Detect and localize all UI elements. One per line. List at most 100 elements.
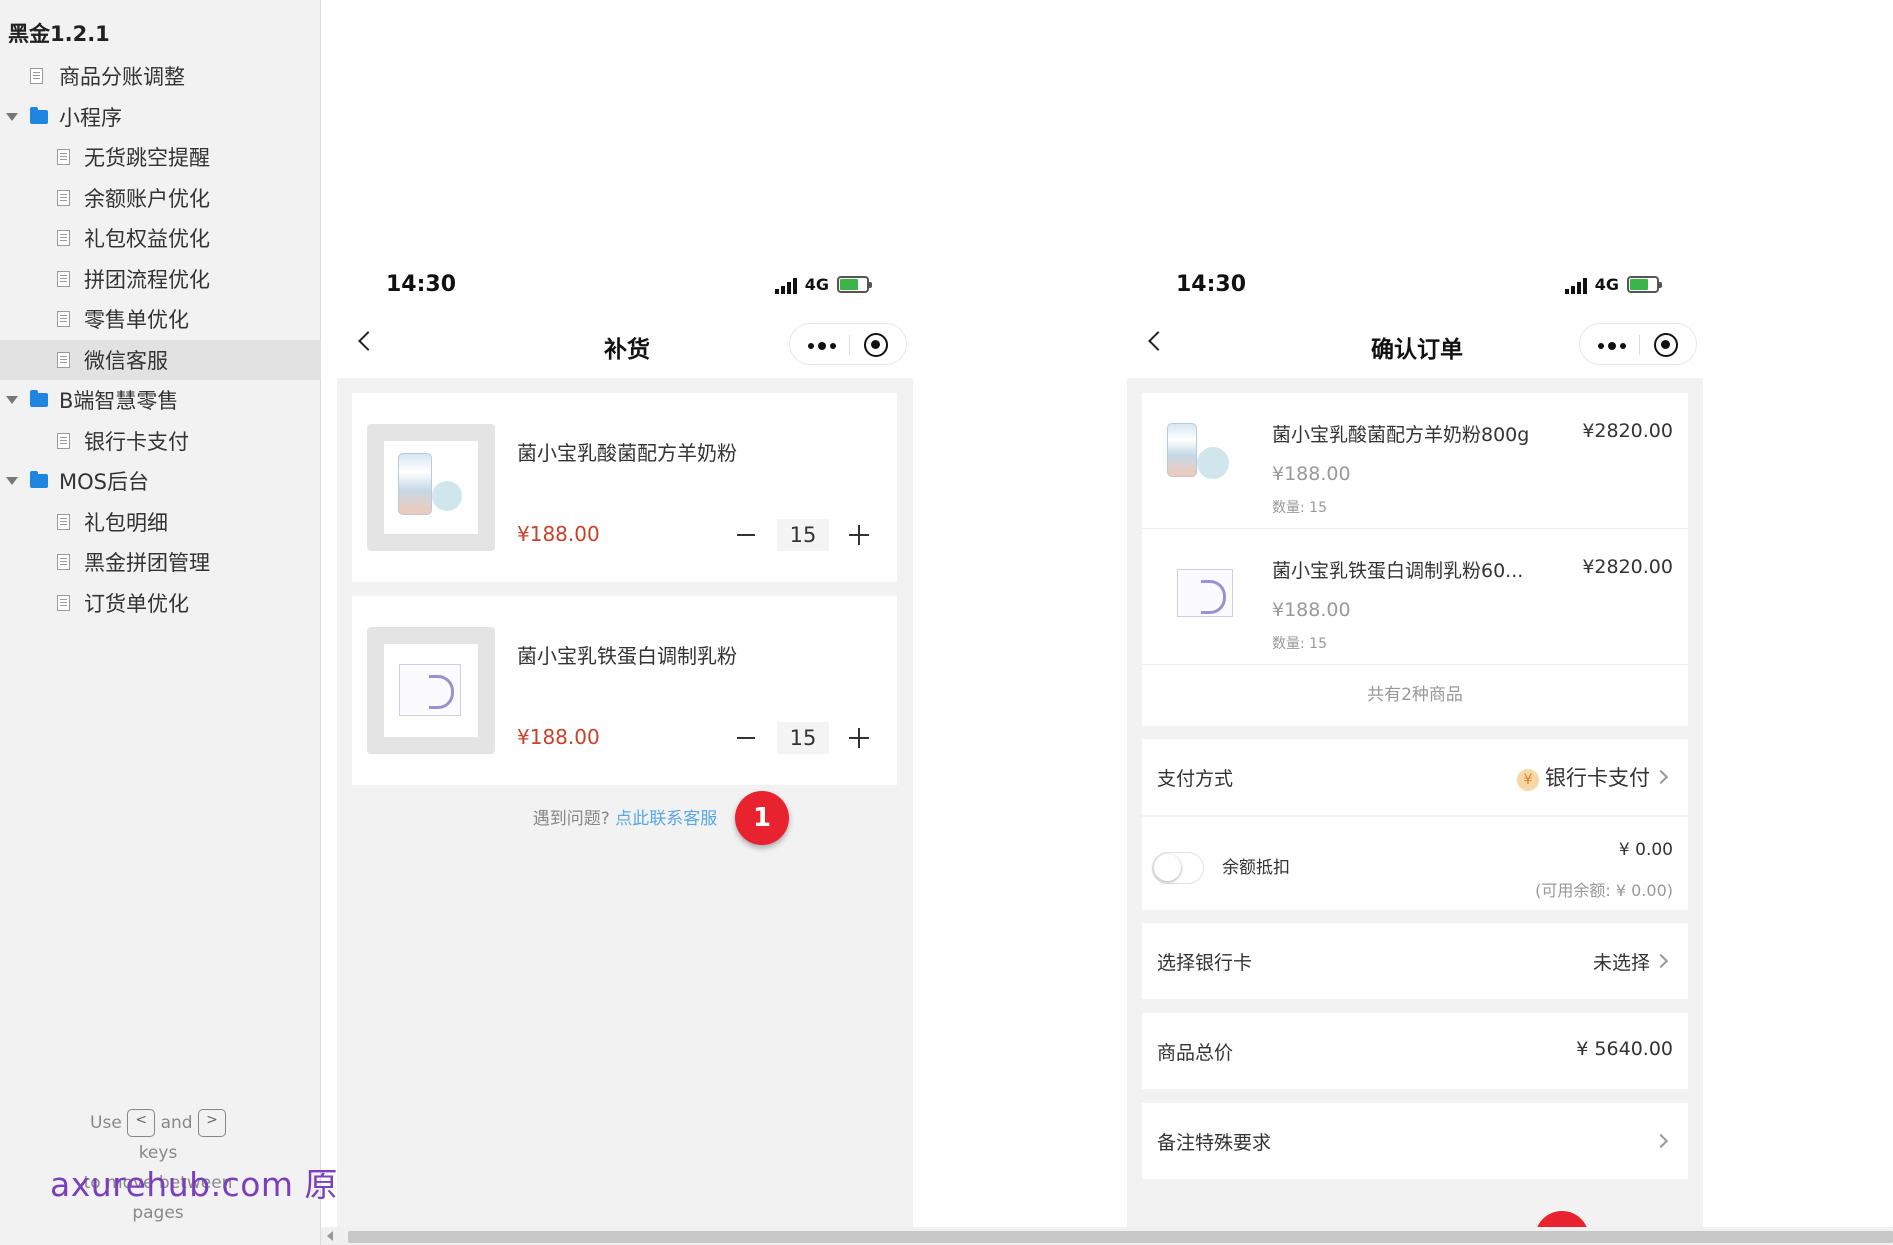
network-label: 4G [804, 275, 829, 294]
milk-can-image [398, 453, 432, 515]
payment-method-row[interactable]: 支付方式 ¥ 银行卡支付 [1142, 739, 1688, 815]
signal-icon [1565, 278, 1587, 294]
more-icon[interactable] [808, 342, 836, 350]
caret-down-icon[interactable] [6, 477, 18, 486]
capsule-divider [1639, 335, 1640, 355]
battery-icon [1627, 276, 1662, 293]
horizontal-scrollbar[interactable] [321, 1227, 1893, 1245]
tree-item-label: 礼包明细 [84, 510, 168, 535]
minus-icon[interactable] [737, 534, 755, 536]
plus-icon[interactable] [849, 525, 869, 545]
milk-box-image [1177, 569, 1233, 617]
bank-card-value: 未选择 [1592, 952, 1650, 974]
scrollbar-thumb[interactable] [348, 1231, 1893, 1243]
scroll-left-icon[interactable] [327, 1231, 333, 1241]
tree-item-label: 小程序 [59, 105, 122, 130]
status-time: 14:30 [1176, 272, 1247, 297]
plus-icon[interactable] [849, 728, 869, 748]
tree-item-label: 商品分账调整 [59, 65, 185, 90]
help-question: 遇到问题? [532, 809, 610, 829]
chevron-right-icon [1653, 769, 1669, 785]
quantity-stepper: 15 [737, 722, 869, 754]
page-icon [57, 311, 70, 328]
tree-item-label: 微信客服 [84, 348, 168, 373]
tree-folder-item[interactable]: MOS后台 [0, 461, 321, 502]
item-amount: ¥2820.00 [1582, 420, 1673, 442]
product-price: ¥188.00 [517, 522, 600, 546]
help-line: 遇到问题? 点此联系客服 [337, 804, 913, 829]
page-body: 菌小宝乳酸菌配方羊奶粉 ¥188.00 15 菌小宝乳铁蛋白调制乳粉 ¥188.… [337, 378, 913, 1245]
page-icon [57, 270, 70, 287]
product-name: 菌小宝乳铁蛋白调制乳粉60... [1272, 560, 1524, 582]
payment-method-text: 银行卡支付 [1545, 766, 1650, 790]
page-icon [57, 149, 70, 166]
folder-icon [30, 471, 48, 489]
more-icon[interactable] [1598, 342, 1626, 350]
tree-item-label: 零售单优化 [84, 308, 189, 333]
product-image [1157, 553, 1249, 633]
caret-down-icon[interactable] [6, 112, 18, 121]
tree-page-item-selected[interactable]: 微信客服 [0, 339, 321, 380]
signal-icon [775, 278, 797, 294]
tree-item-label: 黑金拼团管理 [84, 551, 210, 576]
product-name: 菌小宝乳酸菌配方羊奶粉 [517, 441, 737, 465]
remark-row[interactable]: 备注特殊要求 [1142, 1103, 1688, 1179]
tree-page-item[interactable]: 零售单优化 [0, 299, 321, 340]
tree-page-item[interactable]: 订货单优化 [0, 583, 321, 624]
help-text: Use [90, 1113, 122, 1133]
folder-icon [30, 390, 48, 408]
tree-page-item[interactable]: 余额账户优化 [0, 178, 321, 219]
project-title: 黑金1.2.1 [8, 22, 110, 46]
status-bar: 14:30 4G [1127, 262, 1707, 312]
balance-label: 余额抵扣 [1222, 858, 1290, 878]
tree-item-label: 拼团流程优化 [84, 267, 210, 292]
tree-item-label: 礼包权益优化 [84, 227, 210, 252]
close-miniprogram-icon[interactable] [1654, 333, 1678, 357]
page-icon [57, 230, 70, 247]
miniprogram-capsule [789, 323, 907, 365]
product-quantity: 数量: 15 [1272, 500, 1327, 516]
tree-page-item[interactable]: 拼团流程优化 [0, 259, 321, 300]
status-time: 14:30 [386, 272, 457, 297]
capsule-divider [849, 335, 850, 355]
close-miniprogram-icon[interactable] [864, 333, 888, 357]
annotation-badge: 1 [735, 791, 789, 845]
yen-icon: ¥ [1517, 768, 1539, 791]
quantity-stepper: 15 [737, 519, 869, 551]
tree-page-item[interactable]: 商品分账调整 [0, 56, 321, 97]
quantity-input[interactable]: 15 [777, 519, 829, 551]
contact-service-link[interactable]: 点此联系客服 [615, 809, 717, 829]
tree-page-item[interactable]: 银行卡支付 [0, 421, 321, 462]
page-icon [57, 351, 70, 368]
nav-bar: 确认订单 [1127, 312, 1707, 378]
order-summary: 共有2种商品 [1367, 685, 1463, 705]
page-icon [30, 68, 43, 85]
payment-label: 支付方式 [1157, 768, 1234, 790]
page-icon [57, 189, 70, 206]
tree-page-item[interactable]: 黑金拼团管理 [0, 542, 321, 583]
balance-toggle[interactable] [1152, 852, 1204, 884]
help-text: and [160, 1113, 193, 1133]
balance-deduction-row: 余额抵扣 ¥ 0.00 (可用余额: ¥ 0.00) [1142, 817, 1688, 910]
tree-page-item[interactable]: 礼包权益优化 [0, 218, 321, 259]
item-amount: ¥2820.00 [1582, 556, 1673, 578]
product-name: 菌小宝乳酸菌配方羊奶粉800g [1272, 424, 1530, 446]
quantity-input[interactable]: 15 [777, 722, 829, 754]
product-price: ¥188.00 [1272, 599, 1351, 621]
total-label: 商品总价 [1157, 1042, 1234, 1064]
network-label: 4G [1594, 275, 1619, 294]
minus-icon[interactable] [737, 737, 755, 739]
page-icon [57, 513, 70, 530]
bank-card-row[interactable]: 选择银行卡 未选择 [1142, 923, 1688, 999]
tree-page-item[interactable]: 无货跳空提醒 [0, 137, 321, 178]
chevron-right-icon [1653, 953, 1669, 969]
tree-folder-item[interactable]: B端智慧零售 [0, 380, 321, 421]
payment-value: ¥ 银行卡支付 [1517, 762, 1650, 792]
page-icon [57, 554, 70, 571]
remark-label: 备注特殊要求 [1157, 1132, 1272, 1154]
product-card: 菌小宝乳酸菌配方羊奶粉 ¥188.00 15 [352, 393, 897, 582]
tree-folder-item[interactable]: 小程序 [0, 97, 321, 138]
miniprogram-capsule [1579, 323, 1697, 365]
caret-down-icon[interactable] [6, 396, 18, 405]
tree-page-item[interactable]: 礼包明细 [0, 502, 321, 543]
